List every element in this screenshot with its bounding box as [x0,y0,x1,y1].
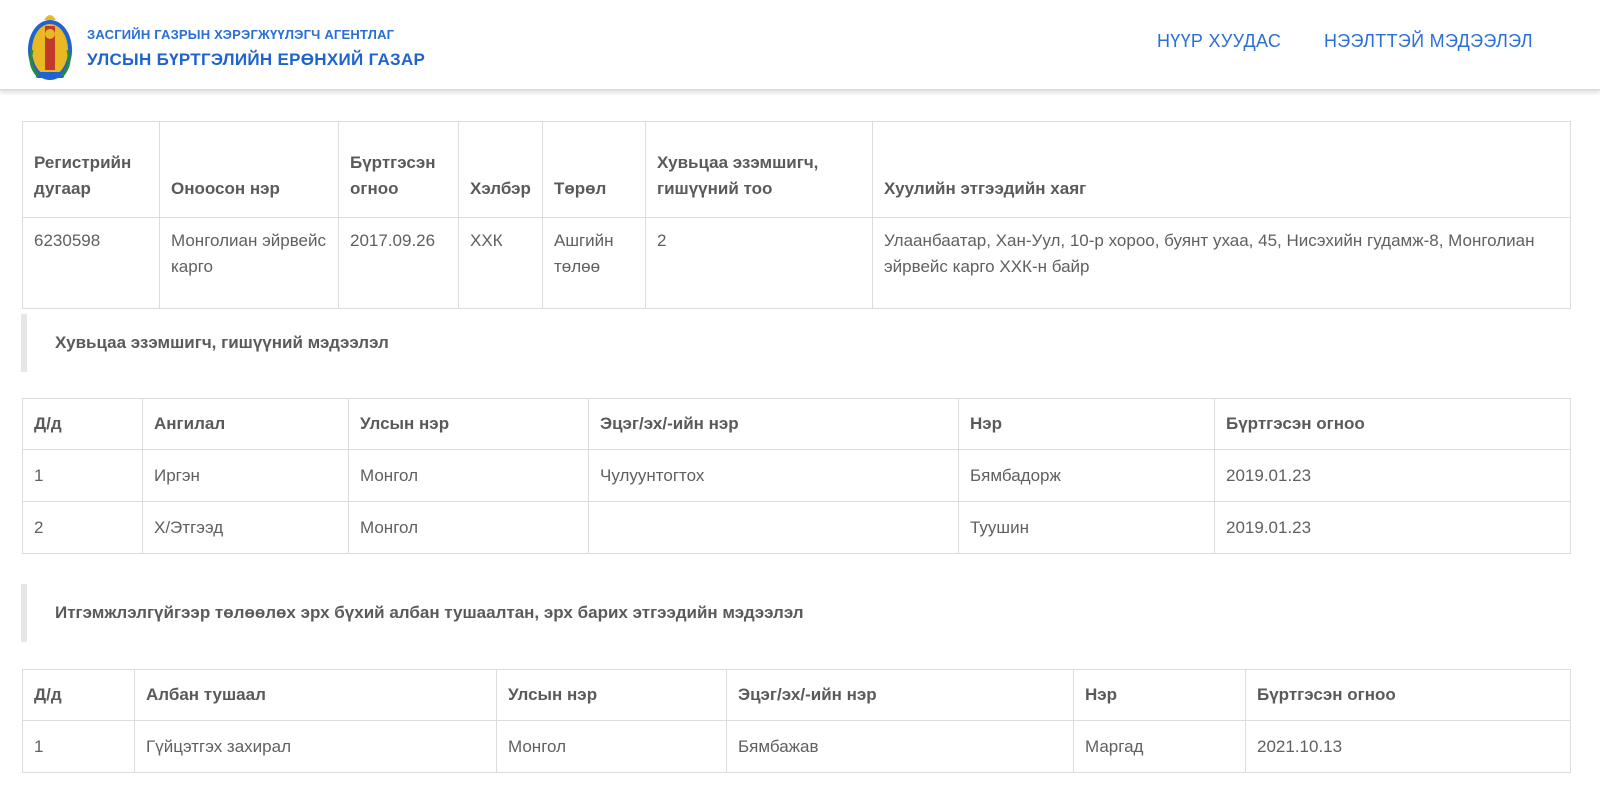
col-header-parent-name: Эцэг/эх/-ийн нэр [588,398,959,450]
cell-form: ХХК [458,217,543,309]
col-header-shareholder-count: Хувьцаа эзэмшигч, гишүүний тоо [645,121,873,218]
col-header-type: Төрөл [542,121,646,218]
table-row: 6230598 Монголиан эйрвейс карго 2017.09.… [22,217,1571,309]
agency-title: УЛСЫН БҮРТГЭЛИЙН ЕРӨНХИЙ ГАЗАР [87,50,426,69]
col-header-name: Оноосон нэр [159,121,339,218]
table-row: 1 Гүйцэтгэх захирал Монгол Бямбажав Марг… [22,720,1571,773]
cell-nationality: Монгол [496,720,727,773]
cell-type: Ашгийн төлөө [542,217,646,309]
table-header-row: Регистрийн дугаар Оноосон нэр Бүртгэсэн … [22,121,1571,218]
col-header-reg-date: Бүртгэсэн огноо [1245,669,1571,721]
mongolian-soyombo-emblem-icon[interactable] [24,10,76,84]
cell-no: 2 [22,501,143,554]
cell-reg-date: 2019.01.23 [1214,449,1571,502]
cell-no: 1 [22,449,143,502]
entity-info-table: Регистрийн дугаар Оноосон нэр Бүртгэсэн … [22,121,1571,309]
col-header-parent-name: Эцэг/эх/-ийн нэр [726,669,1074,721]
cell-category: Иргэн [142,449,349,502]
cell-parent-name: Чулуунтогтох [588,449,959,502]
nav-home-link[interactable]: НҮҮР ХУУДАС [1157,31,1281,52]
col-header-category: Ангилал [142,398,349,450]
cell-nationality: Монгол [348,449,589,502]
table-header-row: Д/д Албан тушаал Улсын нэр Эцэг/эх/-ийн … [22,669,1571,721]
cell-parent-name: Бямбажав [726,720,1074,773]
col-header-nationality: Улсын нэр [496,669,727,721]
section-title: Хувьцаа эзэмшигч, гишүүний мэдээлэл [55,333,389,352]
col-header-nationality: Улсын нэр [348,398,589,450]
col-header-reg-no: Регистрийн дугаар [22,121,160,218]
col-header-reg-date: Бүртгэсэн огноо [1214,398,1571,450]
cell-name: Монголиан эйрвейс карго [159,217,339,309]
cell-reg-date: 2019.01.23 [1214,501,1571,554]
col-header-address: Хуулийн этгээдийн хаяг [872,121,1571,218]
table-row: 2 Х/Этгээд Монгол Туушин 2019.01.23 [22,501,1571,554]
officers-section-heading: Итгэмжлэлгүйгээр төлөөлөх эрх бүхий алба… [21,584,1577,642]
col-header-form: Хэлбэр [458,121,543,218]
cell-name: Туушин [958,501,1215,554]
agency-subtitle: ЗАСГИЙН ГАЗРЫН ХЭРЭГЖҮҮЛЭГЧ АГЕНТЛАГ [87,27,395,42]
col-header-no: Д/д [22,398,143,450]
col-header-reg-date: Бүртгэсэн огноо [338,121,459,218]
nav-public-info-link[interactable]: НЭЭЛТТЭЙ МЭДЭЭЛЭЛ [1324,31,1533,52]
cell-name: Бямбадорж [958,449,1215,502]
officers-table: Д/д Албан тушаал Улсын нэр Эцэг/эх/-ийн … [22,669,1571,773]
cell-reg-date: 2017.09.26 [338,217,459,309]
cell-nationality: Монгол [348,501,589,554]
cell-reg-no: 6230598 [22,217,160,309]
cell-shareholder-count: 2 [645,217,873,309]
cell-address: Улаанбаатар, Хан-Уул, 10-р хороо, буянт … [872,217,1571,309]
section-title: Итгэмжлэлгүйгээр төлөөлөх эрх бүхий алба… [55,603,804,622]
col-header-name: Нэр [1073,669,1246,721]
members-section-heading: Хувьцаа эзэмшигч, гишүүний мэдээлэл [21,314,1577,372]
cell-name: Маргад [1073,720,1246,773]
col-header-name: Нэр [958,398,1215,450]
cell-reg-date: 2021.10.13 [1245,720,1571,773]
table-header-row: Д/д Ангилал Улсын нэр Эцэг/эх/-ийн нэр Н… [22,398,1571,450]
cell-no: 1 [22,720,135,773]
cell-parent-name [588,501,959,554]
site-header: ЗАСГИЙН ГАЗРЫН ХЭРЭГЖҮҮЛЭГЧ АГЕНТЛАГ УЛС… [0,0,1600,90]
table-row: 1 Иргэн Монгол Чулуунтогтох Бямбадорж 20… [22,449,1571,502]
cell-category: Х/Этгээд [142,501,349,554]
col-header-position: Албан тушаал [134,669,497,721]
cell-position: Гүйцэтгэх захирал [134,720,497,773]
col-header-no: Д/д [22,669,135,721]
members-table: Д/д Ангилал Улсын нэр Эцэг/эх/-ийн нэр Н… [22,398,1571,554]
